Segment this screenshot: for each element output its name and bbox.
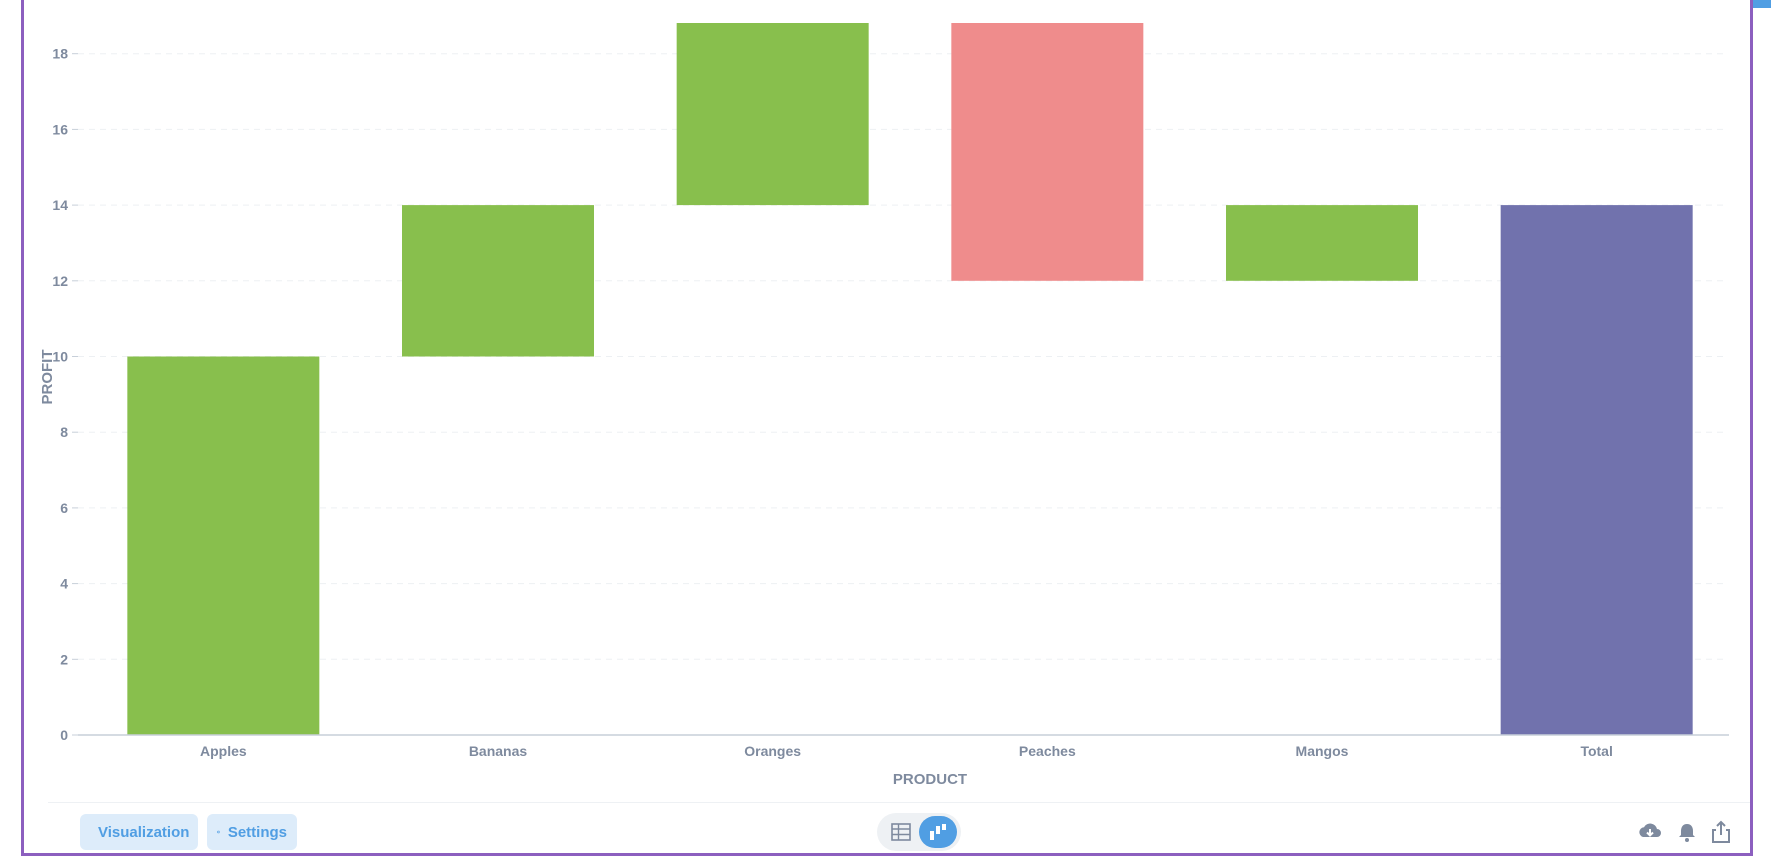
x-tick-label: Apples	[200, 743, 247, 759]
bell-icon[interactable]	[1674, 819, 1700, 845]
y-tick-label: 2	[60, 651, 68, 667]
bar-peaches[interactable]	[951, 23, 1144, 281]
bar-oranges[interactable]	[676, 23, 869, 206]
x-tick-label: Oranges	[744, 743, 801, 759]
table-icon[interactable]	[891, 822, 911, 842]
x-tick-label: Total	[1580, 743, 1612, 759]
chart-icon	[930, 824, 946, 840]
y-axis-ticks: 024681012141618	[52, 46, 78, 743]
grid-lines	[78, 53, 1726, 660]
y-tick-label: 12	[52, 273, 68, 289]
y-tick-label: 16	[52, 121, 68, 137]
settings-label: Settings	[227, 823, 287, 841]
waterfall-chart: 024681012141618 Apples Bananas Oranges Peac…	[39, 23, 1729, 788]
y-tick-label: 0	[60, 727, 68, 743]
chart-toggle-button[interactable]	[919, 816, 957, 848]
x-tick-label: Bananas	[469, 743, 528, 759]
x-axis-ticks: Apples Bananas Oranges Peaches Mangos Total	[200, 743, 1613, 759]
gear-icon	[217, 830, 220, 834]
download-icon[interactable]	[1637, 819, 1663, 845]
footer-bar: Visualization Settings	[48, 802, 1750, 853]
bar-apples[interactable]	[127, 356, 320, 736]
y-tick-label: 18	[52, 46, 68, 62]
x-axis-title: PRODUCT	[893, 771, 967, 788]
y-tick-label: 8	[60, 424, 68, 440]
share-icon[interactable]	[1708, 819, 1734, 845]
y-tick-label: 14	[52, 197, 68, 213]
y-tick-label: 4	[60, 576, 68, 592]
y-axis-title: PROFIT	[39, 350, 56, 405]
question-card: 0 2 4 6 8 10 12 14 16 18 Apples Bananas Oranges Peac…	[21, 0, 1753, 856]
x-tick-label: Peaches	[1019, 743, 1076, 759]
y-tick-label: 6	[60, 500, 68, 516]
x-tick-label: Mangos	[1296, 743, 1349, 759]
visualization-label: Visualization	[98, 823, 190, 841]
bar-bananas[interactable]	[402, 205, 594, 357]
visualization-button[interactable]: Visualization	[80, 814, 198, 850]
bar-total[interactable]	[1500, 205, 1693, 736]
bar-mangos[interactable]	[1226, 205, 1418, 281]
settings-button[interactable]: Settings	[207, 814, 297, 850]
display-toggle	[877, 813, 961, 851]
